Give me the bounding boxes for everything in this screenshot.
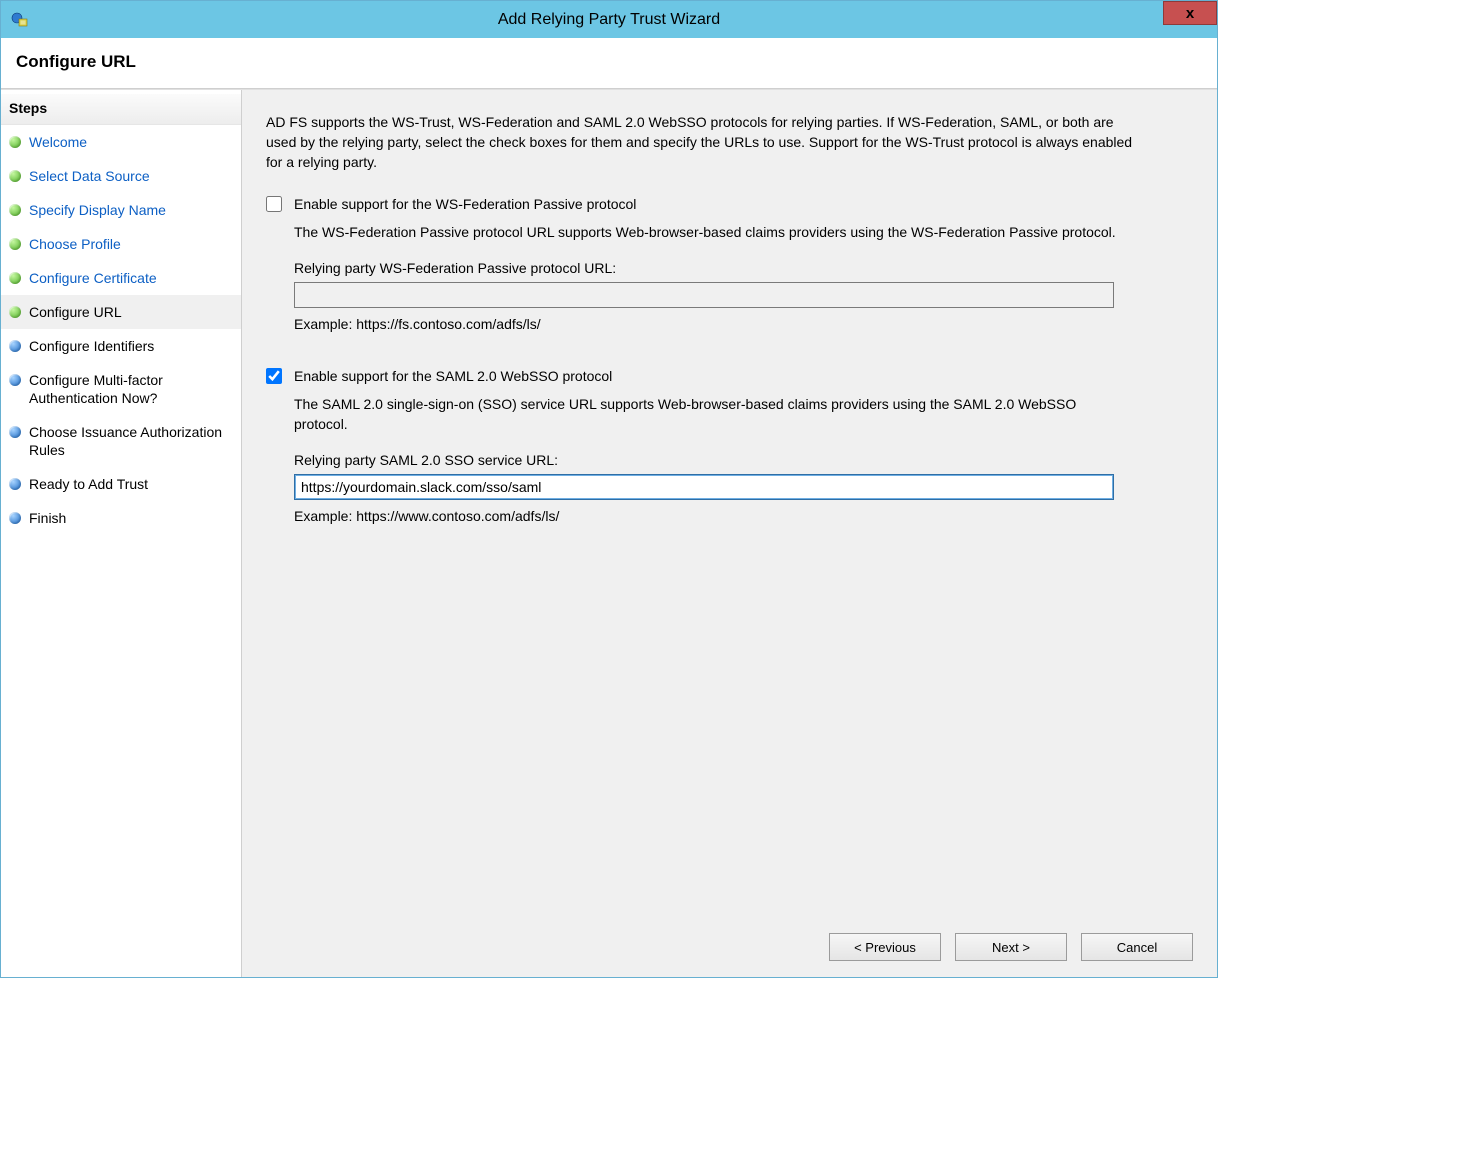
main-content: AD FS supports the WS-Trust, WS-Federati… [266,112,1193,921]
step-list: Welcome Select Data Source Specify Display… [1,125,241,535]
close-icon: x [1186,5,1194,22]
step-item[interactable]: Configure Identifiers [1,329,241,363]
steps-heading: Steps [1,94,241,125]
content-area: Steps Welcome Select Data Source Specify D… [1,89,1217,977]
saml-description: The SAML 2.0 single-sign-on (SSO) servic… [294,394,1124,434]
steps-panel: Steps Welcome Select Data Source Specify D… [1,90,242,977]
step-bullet-icon [9,478,21,490]
step-label: Select Data Source [29,167,150,185]
step-label: Specify Display Name [29,201,166,219]
wsfed-checkbox[interactable] [266,196,282,212]
step-label: Choose Issuance Authorization Rules [29,423,231,459]
step-item[interactable]: Ready to Add Trust [1,467,241,501]
step-label: Configure Identifiers [29,337,154,355]
step-item[interactable]: Select Data Source [1,159,241,193]
wsfed-url-input[interactable] [294,282,1114,308]
step-label: Configure Certificate [29,269,157,287]
wsfed-example: Example: https://fs.contoso.com/adfs/ls/ [294,316,1193,332]
next-button[interactable]: Next > [955,933,1067,961]
cancel-button[interactable]: Cancel [1081,933,1193,961]
step-item[interactable]: Finish [1,501,241,535]
titlebar: Add Relying Party Trust Wizard x [1,1,1217,38]
step-bullet-icon [9,136,21,148]
page-header: Configure URL [1,38,1217,89]
step-item[interactable]: Choose Issuance Authorization Rules [1,415,241,467]
step-bullet-icon [9,170,21,182]
step-bullet-icon [9,512,21,524]
page-title: Configure URL [16,52,1202,72]
step-label: Choose Profile [29,235,121,253]
close-button[interactable]: x [1163,1,1217,25]
step-bullet-icon [9,306,21,318]
step-label: Finish [29,509,66,527]
previous-button[interactable]: < Previous [829,933,941,961]
wizard-window: Add Relying Party Trust Wizard x Configu… [0,0,1218,978]
button-row: < Previous Next > Cancel [266,921,1193,965]
step-bullet-icon [9,340,21,352]
wsfed-description: The WS-Federation Passive protocol URL s… [294,222,1124,242]
saml-url-input[interactable] [294,474,1114,500]
step-label: Configure URL [29,303,122,321]
saml-checkbox-label[interactable]: Enable support for the SAML 2.0 WebSSO p… [294,368,612,384]
step-item[interactable]: Welcome [1,125,241,159]
intro-text: AD FS supports the WS-Trust, WS-Federati… [266,112,1136,172]
step-bullet-icon [9,374,21,386]
saml-checkbox[interactable] [266,368,282,384]
step-item[interactable]: Choose Profile [1,227,241,261]
step-label: Ready to Add Trust [29,475,148,493]
step-bullet-icon [9,272,21,284]
step-bullet-icon [9,238,21,250]
saml-url-label: Relying party SAML 2.0 SSO service URL: [294,452,1193,468]
step-item[interactable]: Specify Display Name [1,193,241,227]
app-icon [11,11,29,29]
step-label: Configure Multi-factor Authentication No… [29,371,231,407]
step-item[interactable]: Configure Multi-factor Authentication No… [1,363,241,415]
wsfed-block: Enable support for the WS-Federation Pas… [266,196,1193,332]
main-panel: AD FS supports the WS-Trust, WS-Federati… [242,90,1217,977]
saml-example: Example: https://www.contoso.com/adfs/ls… [294,508,1193,524]
step-bullet-icon [9,204,21,216]
step-bullet-icon [9,426,21,438]
step-label: Welcome [29,133,87,151]
step-item[interactable]: Configure Certificate [1,261,241,295]
step-item[interactable]: Configure URL [1,295,241,329]
wsfed-url-label: Relying party WS-Federation Passive prot… [294,260,1193,276]
saml-block: Enable support for the SAML 2.0 WebSSO p… [266,368,1193,524]
wsfed-checkbox-label[interactable]: Enable support for the WS-Federation Pas… [294,196,636,212]
window-title: Add Relying Party Trust Wizard [1,11,1217,29]
